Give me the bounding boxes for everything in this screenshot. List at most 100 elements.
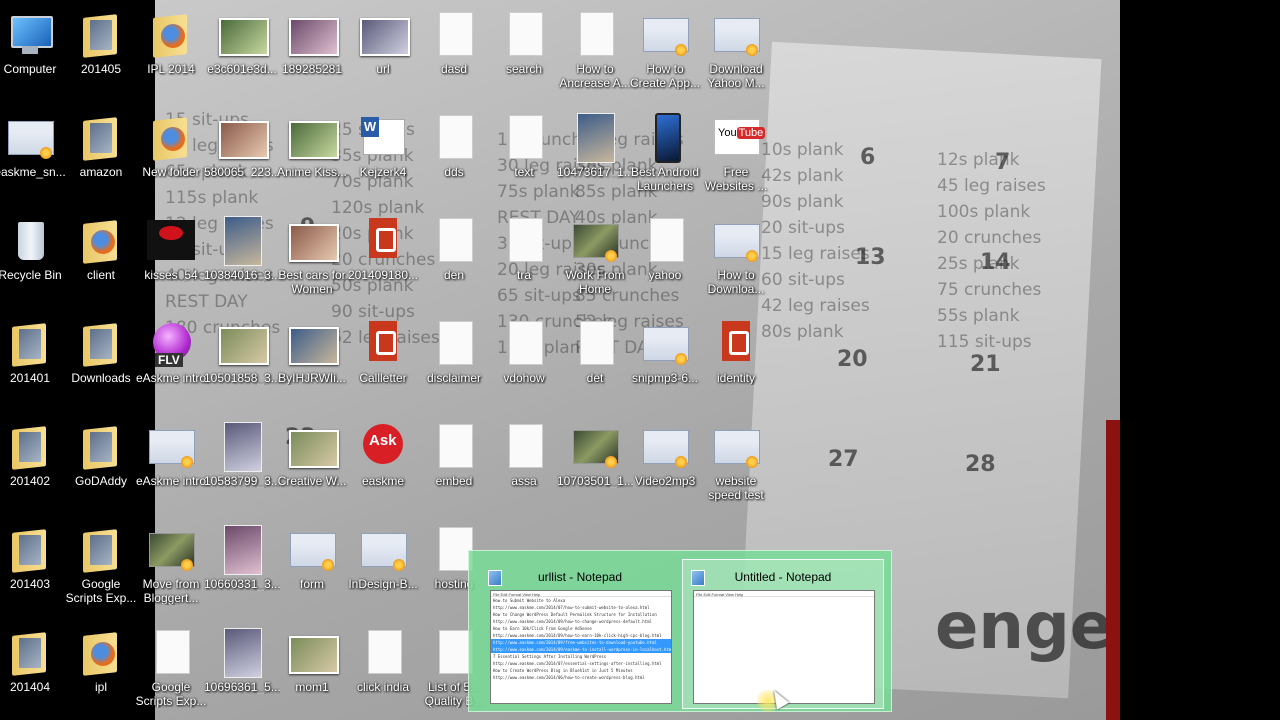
- desktop-icon-10384016[interactable]: 10384016_3...: [204, 210, 280, 308]
- wallpaper-text: 115 sit-ups: [937, 332, 1032, 352]
- desktop-icon-text[interactable]: text: [489, 107, 559, 205]
- desktop-icon-easkme[interactable]: Ask easkme: [348, 416, 418, 514]
- pdf-icon: [359, 216, 407, 264]
- desktop-icon-ipl[interactable]: ipl: [66, 622, 136, 720]
- desktop-icon-recycle-bin[interactable]: Recycle Bin: [0, 210, 65, 308]
- desktop-icon-label: eAskme intro: [135, 371, 207, 385]
- preview-title: urllist - Notepad: [537, 570, 623, 584]
- desktop-icon-snipmp3[interactable]: snipmp3-6...: [630, 313, 700, 411]
- folder-icon: [6, 628, 54, 676]
- desktop-icon-kejzerk4[interactable]: Kejzerk4: [348, 107, 418, 205]
- desktop-icon-label: kisses_54: [144, 268, 198, 282]
- desktop-icon-downloads[interactable]: Downloads: [66, 313, 136, 411]
- desktop-icon-work-from-home[interactable]: Work From Home: [560, 210, 630, 308]
- desktop-icon-dds[interactable]: dds: [419, 107, 489, 205]
- desktop-icon-det[interactable]: det: [560, 313, 630, 411]
- desktop-icon-click-india[interactable]: click india: [348, 622, 418, 720]
- desktop-icon-easkme-sn[interactable]: easkme_sn...: [0, 107, 66, 205]
- desktop-icon-best-android-launchers[interactable]: Best Android Launchers: [630, 107, 700, 205]
- desktop-icon-form[interactable]: form: [277, 519, 347, 617]
- desktop-icon-creative-w[interactable]: Creative W...: [277, 416, 347, 514]
- desktop-icon-label: Work From Home: [565, 268, 625, 296]
- desktop-icon-free-websites[interactable]: You Tube Free Websites ...: [701, 107, 771, 205]
- pdf-icon: [712, 319, 760, 367]
- firefox-folder-icon: [77, 628, 125, 676]
- pdf-icon: [359, 319, 407, 367]
- desktop-icon-label: InDesign-B...: [348, 577, 418, 591]
- desktop-icon-how-to-ancrease[interactable]: How to Ancrease A...: [559, 4, 631, 102]
- desktop-icon-callletter[interactable]: Callletter: [348, 313, 418, 411]
- desktop-icon-byihjrwi[interactable]: ByIHJRWIi...: [277, 313, 347, 411]
- desktop-icon-label: Google Scripts Exp...: [65, 577, 137, 605]
- desktop-icon-201403[interactable]: 201403: [0, 519, 65, 617]
- desktop-icon-assa[interactable]: assa: [489, 416, 559, 514]
- desktop-icon-201404[interactable]: 201404: [0, 622, 65, 720]
- desktop-icon-189285281[interactable]: 189285281: [277, 4, 347, 102]
- desktop-icon-indesign-b[interactable]: InDesign-B...: [348, 519, 418, 617]
- desktop-icon-url[interactable]: url: [348, 4, 418, 102]
- kiss-icon: [147, 216, 195, 264]
- desktop-icon-label: Best cars for Women: [278, 268, 346, 296]
- desktop-icon-10583799[interactable]: 10583799_3...: [204, 416, 280, 514]
- desktop-icon-20140918[interactable]: 201409180...: [348, 210, 418, 308]
- screen-edge-black: [1120, 0, 1280, 720]
- wallpaper-text: enge: [935, 590, 1114, 664]
- desktop-icon-ipl-2014[interactable]: IPL 2014: [136, 4, 206, 102]
- desktop-icon-best-cars-for-women[interactable]: Best cars for Women: [277, 210, 347, 308]
- desktop-icon-how-to-download[interactable]: How to Downloa...: [701, 210, 771, 308]
- desktop-icon-identity[interactable]: identity: [701, 313, 771, 411]
- recycle-bin-icon: [6, 216, 54, 264]
- notepad-line: 7 Essential Settings After Installing Wo…: [493, 654, 607, 659]
- desktop-icon-how-to-create-app[interactable]: How to Create App...: [630, 4, 700, 102]
- desktop-icon-dasd[interactable]: dasd: [419, 4, 489, 102]
- desktop-icon-label: New folder: [142, 165, 200, 179]
- desktop-icon-201405[interactable]: 201405: [66, 4, 136, 102]
- screenshot-icon: [712, 422, 760, 470]
- desktop-icon-580065[interactable]: 580065_223...: [204, 107, 280, 205]
- desktop-icon-search[interactable]: search: [489, 4, 559, 102]
- desktop-icon-10501858[interactable]: 10501858_3...: [204, 313, 280, 411]
- desktop-icon-client[interactable]: client: [66, 210, 136, 308]
- desktop-icon-vdohow[interactable]: vdohow: [489, 313, 559, 411]
- folder-icon: [6, 319, 54, 367]
- desktop-icon-10696361[interactable]: 10696361_5...: [204, 622, 280, 720]
- desktop-icon-e3c601e3d[interactable]: e3c601e3d...: [207, 4, 277, 102]
- desktop-icon-10660331[interactable]: 10660331_3...: [204, 519, 280, 617]
- desktop-icon-easkme-intro-flv[interactable]: FLV eAskme intro: [136, 313, 206, 411]
- desktop-icon-easkme-intro[interactable]: eAskme intro: [136, 416, 206, 514]
- desktop-icon-kisses-54[interactable]: kisses_54: [136, 210, 206, 308]
- desktop-icon-label: How to Ancrease A...: [559, 62, 631, 90]
- desktop-icon-amazon[interactable]: amazon: [66, 107, 136, 205]
- desktop-icon-10703501[interactable]: 10703501_1...: [557, 416, 633, 514]
- desktop-icon-label: Anime Kiss...: [276, 165, 348, 179]
- desktop-icon-label: Google Scripts Exp...: [135, 680, 207, 708]
- desktop-icon-video2mp3[interactable]: Video2mp3: [630, 416, 700, 514]
- desktop-icon-download-yahoo[interactable]: Download Yahoo M...: [701, 4, 771, 102]
- desktop-icon-embed[interactable]: embed: [419, 416, 489, 514]
- desktop-icon-label: 10703501_1...: [557, 474, 633, 488]
- desktop-icon-yahoo[interactable]: yahoo: [630, 210, 700, 308]
- desktop-icon-google-scripts-exp-2[interactable]: Google Scripts Exp...: [136, 622, 206, 720]
- wallpaper-day-number: 13: [855, 245, 886, 270]
- desktop-icon-disclaimer[interactable]: disclaimer: [419, 313, 489, 411]
- desktop-icon-tra[interactable]: tra: [489, 210, 559, 308]
- notepad-preview-untitled[interactable]: Untitled - Notepad File Edit Format View…: [682, 559, 884, 709]
- desktop-icon-label: text: [514, 165, 534, 179]
- text-file-icon: [430, 422, 478, 470]
- desktop-icon-computer[interactable]: Computer: [0, 4, 65, 102]
- desktop-icon-new-folder[interactable]: New folder: [136, 107, 206, 205]
- desktop-icon-google-scripts-exp[interactable]: Google Scripts Exp...: [66, 519, 136, 617]
- desktop-icon-godaddy[interactable]: GoDAddy: [66, 416, 136, 514]
- desktop-icon-anime-kiss[interactable]: Anime Kiss...: [277, 107, 347, 205]
- desktop-icon-move-from-blogger[interactable]: Move from Bloggert...: [136, 519, 206, 617]
- notepad-preview-urllist[interactable]: urllist - Notepad File Edit Format View …: [479, 559, 681, 709]
- desktop-icon-den[interactable]: den: [419, 210, 489, 308]
- wallpaper-text: 42 leg raises: [761, 296, 870, 316]
- desktop-icon-10473617[interactable]: 10473617_1...: [557, 107, 633, 205]
- desktop-icon-label: Recycle Bin: [0, 268, 62, 282]
- desktop-icon-website-speed-test[interactable]: website speed test: [701, 416, 771, 514]
- desktop-icon-mom1[interactable]: mom1: [277, 622, 347, 720]
- desktop-icon-label: form: [300, 577, 324, 591]
- desktop-icon-201401[interactable]: 201401: [0, 313, 65, 411]
- desktop-icon-201402[interactable]: 201402: [0, 416, 65, 514]
